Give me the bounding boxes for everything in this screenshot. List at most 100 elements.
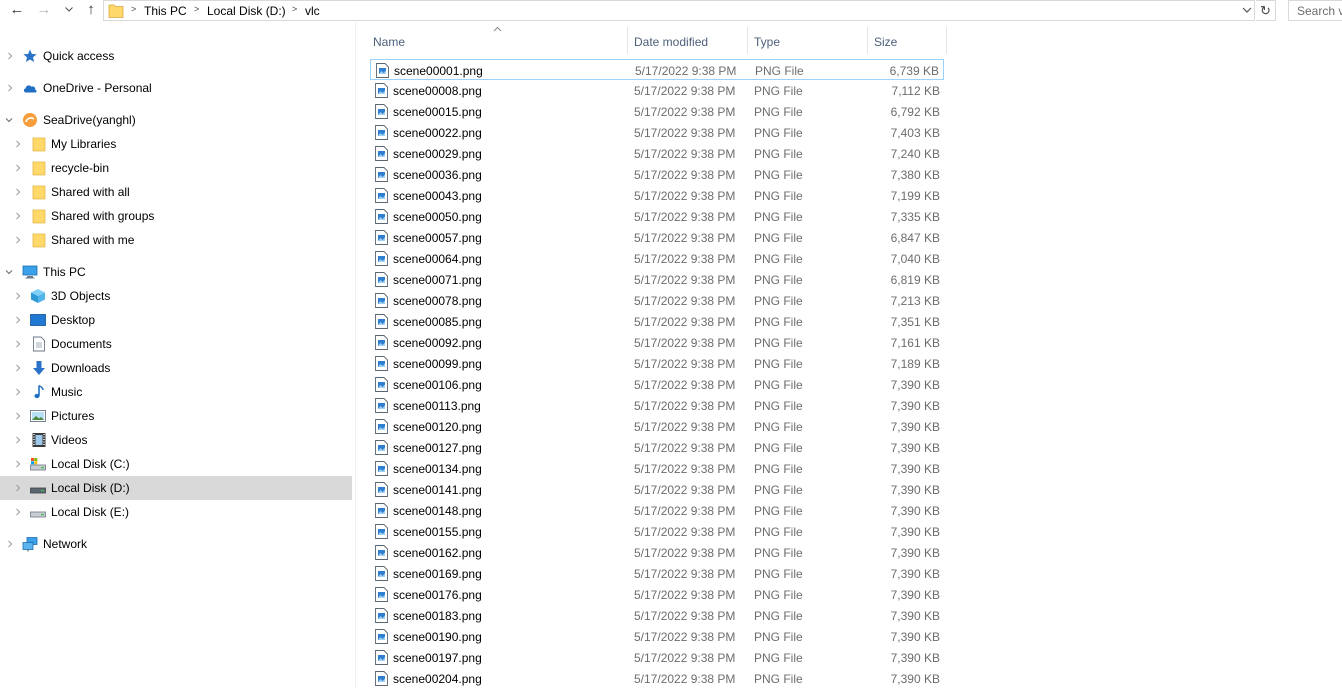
folder-icon <box>108 4 124 18</box>
file-row[interactable]: scene00204.png 5/17/2022 9:38 PM PNG File 7… <box>370 668 944 688</box>
file-date-modified: 5/17/2022 9:38 PM <box>634 336 736 350</box>
chevron-right-icon[interactable] <box>14 388 22 396</box>
file-row[interactable]: scene00148.png 5/17/2022 9:38 PM PNG File 7… <box>370 500 944 521</box>
nav-item-quick-access[interactable]: Quick access <box>0 44 352 68</box>
file-row[interactable]: scene00176.png 5/17/2022 9:38 PM PNG File 7… <box>370 584 944 605</box>
chevron-right-icon[interactable] <box>14 188 22 196</box>
chevron-right-icon[interactable] <box>6 84 14 92</box>
file-row[interactable]: scene00197.png 5/17/2022 9:38 PM PNG File 7… <box>370 647 944 668</box>
nav-item-onedrive[interactable]: OneDrive - Personal <box>0 76 352 100</box>
nav-item-3d-objects[interactable]: 3D Objects <box>0 284 352 308</box>
nav-item-seadrive[interactable]: SeaDrive(yanghl) <box>0 108 352 132</box>
nav-item-shared-with-all[interactable]: Shared with all <box>0 180 352 204</box>
breadcrumb-vlc[interactable]: vlc <box>305 4 320 18</box>
column-header-size[interactable]: Size <box>868 27 946 54</box>
file-name: scene00141.png <box>393 483 482 497</box>
chevron-right-icon[interactable] <box>14 412 22 420</box>
column-header-date[interactable]: Date modified <box>628 27 747 54</box>
up-button[interactable]: ↑ <box>80 0 102 20</box>
chevron-right-icon[interactable] <box>14 364 22 372</box>
file-row[interactable]: scene00092.png 5/17/2022 9:38 PM PNG File 7… <box>370 332 944 353</box>
chevron-right-icon[interactable] <box>14 340 22 348</box>
address-bar[interactable]: > This PC > Local Disk (D:) > vlc <box>103 0 1255 21</box>
nav-item-documents[interactable]: Documents <box>0 332 352 356</box>
chevron-right-icon[interactable] <box>14 484 22 492</box>
chevron-right-icon[interactable] <box>6 540 14 548</box>
file-row[interactable]: scene00043.png 5/17/2022 9:38 PM PNG File 7… <box>370 185 944 206</box>
nav-item-local-disk-e[interactable]: Local Disk (E:) <box>0 500 352 524</box>
file-row[interactable]: scene00169.png 5/17/2022 9:38 PM PNG File 7… <box>370 563 944 584</box>
file-row[interactable]: scene00071.png 5/17/2022 9:38 PM PNG File 6… <box>370 269 944 290</box>
address-history-button[interactable] <box>1238 1 1256 19</box>
file-row[interactable]: scene00127.png 5/17/2022 9:38 PM PNG File 7… <box>370 437 944 458</box>
back-button[interactable]: ← <box>6 0 28 20</box>
nav-label: My Libraries <box>51 137 117 151</box>
file-row[interactable]: scene00099.png 5/17/2022 9:38 PM PNG File 7… <box>370 353 944 374</box>
breadcrumb-local-disk-d[interactable]: Local Disk (D:) <box>207 4 286 18</box>
chevron-right-icon[interactable] <box>6 52 14 60</box>
file-size: 7,390 KB <box>890 441 940 455</box>
file-row[interactable]: scene00078.png 5/17/2022 9:38 PM PNG File 7… <box>370 290 944 311</box>
nav-item-desktop[interactable]: Desktop <box>0 308 352 332</box>
file-row[interactable]: scene00029.png 5/17/2022 9:38 PM PNG File 7… <box>370 143 944 164</box>
search-input[interactable] <box>1289 1 1342 20</box>
file-row[interactable]: scene00001.png 5/17/2022 9:38 PM PNG File 6… <box>370 59 944 80</box>
column-header-name[interactable]: Name <box>367 26 627 54</box>
nav-item-network[interactable]: Network <box>0 532 352 556</box>
nav-item-shared-with-groups[interactable]: Shared with groups <box>0 204 352 228</box>
column-separator[interactable] <box>946 27 947 54</box>
chevron-right-icon[interactable] <box>14 460 22 468</box>
search-box[interactable] <box>1288 0 1342 21</box>
png-file-icon <box>375 440 388 455</box>
file-row[interactable]: scene00085.png 5/17/2022 9:38 PM PNG File 7… <box>370 311 944 332</box>
file-row[interactable]: scene00008.png 5/17/2022 9:38 PM PNG File 7… <box>370 80 944 101</box>
file-row[interactable]: scene00155.png 5/17/2022 9:38 PM PNG File 7… <box>370 521 944 542</box>
file-row[interactable]: scene00183.png 5/17/2022 9:38 PM PNG File 7… <box>370 605 944 626</box>
file-row[interactable]: scene00036.png 5/17/2022 9:38 PM PNG File 7… <box>370 164 944 185</box>
file-row[interactable]: scene00190.png 5/17/2022 9:38 PM PNG File 7… <box>370 626 944 647</box>
file-row[interactable]: scene00162.png 5/17/2022 9:38 PM PNG File 7… <box>370 542 944 563</box>
breadcrumb-this-pc[interactable]: This PC <box>144 4 187 18</box>
nav-item-shared-with-me[interactable]: Shared with me <box>0 228 352 252</box>
file-row[interactable]: scene00064.png 5/17/2022 9:38 PM PNG File 7… <box>370 248 944 269</box>
nav-item-music[interactable]: Music <box>0 380 352 404</box>
chevron-right-icon[interactable] <box>14 140 22 148</box>
file-row[interactable]: scene00022.png 5/17/2022 9:38 PM PNG File 7… <box>370 122 944 143</box>
nav-item-my-libraries[interactable]: My Libraries <box>0 132 352 156</box>
nav-item-local-disk-c[interactable]: Local Disk (C:) <box>0 452 352 476</box>
nav-item-downloads[interactable]: Downloads <box>0 356 352 380</box>
file-row[interactable]: scene00015.png 5/17/2022 9:38 PM PNG File 6… <box>370 101 944 122</box>
folder-icon <box>32 185 46 200</box>
file-row[interactable]: scene00050.png 5/17/2022 9:38 PM PNG File 7… <box>370 206 944 227</box>
nav-item-recycle-bin[interactable]: recycle-bin <box>0 156 352 180</box>
file-row[interactable]: scene00057.png 5/17/2022 9:38 PM PNG File 6… <box>370 227 944 248</box>
nav-item-pictures[interactable]: Pictures <box>0 404 352 428</box>
chevron-down-icon[interactable] <box>5 116 13 124</box>
file-name: scene00176.png <box>393 588 482 602</box>
png-file-icon <box>375 230 388 245</box>
nav-item-local-disk-d[interactable]: Local Disk (D:) <box>0 476 352 500</box>
refresh-button[interactable]: ↻ <box>1256 0 1276 21</box>
file-row[interactable]: scene00106.png 5/17/2022 9:38 PM PNG File 7… <box>370 374 944 395</box>
column-header-type[interactable]: Type <box>748 27 867 54</box>
chevron-down-icon[interactable] <box>5 268 13 276</box>
file-row[interactable]: scene00120.png 5/17/2022 9:38 PM PNG File 7… <box>370 416 944 437</box>
breadcrumb-separator: > <box>131 4 137 14</box>
recent-locations-button[interactable] <box>62 1 76 19</box>
chevron-right-icon[interactable] <box>14 436 22 444</box>
chevron-right-icon[interactable] <box>14 212 22 220</box>
chevron-right-icon[interactable] <box>14 316 22 324</box>
chevron-right-icon[interactable] <box>14 164 22 172</box>
file-size: 7,189 KB <box>890 357 940 371</box>
forward-button[interactable]: → <box>33 0 55 20</box>
file-date-modified: 5/17/2022 9:38 PM <box>634 273 736 287</box>
file-row[interactable]: scene00134.png 5/17/2022 9:38 PM PNG File 7… <box>370 458 944 479</box>
nav-item-this-pc[interactable]: This PC <box>0 260 352 284</box>
chevron-right-icon[interactable] <box>14 236 22 244</box>
file-row[interactable]: scene00141.png 5/17/2022 9:38 PM PNG File 7… <box>370 479 944 500</box>
file-size: 7,390 KB <box>890 504 940 518</box>
chevron-right-icon[interactable] <box>14 292 22 300</box>
chevron-right-icon[interactable] <box>14 508 22 516</box>
file-row[interactable]: scene00113.png 5/17/2022 9:38 PM PNG File 7… <box>370 395 944 416</box>
nav-item-videos[interactable]: Videos <box>0 428 352 452</box>
